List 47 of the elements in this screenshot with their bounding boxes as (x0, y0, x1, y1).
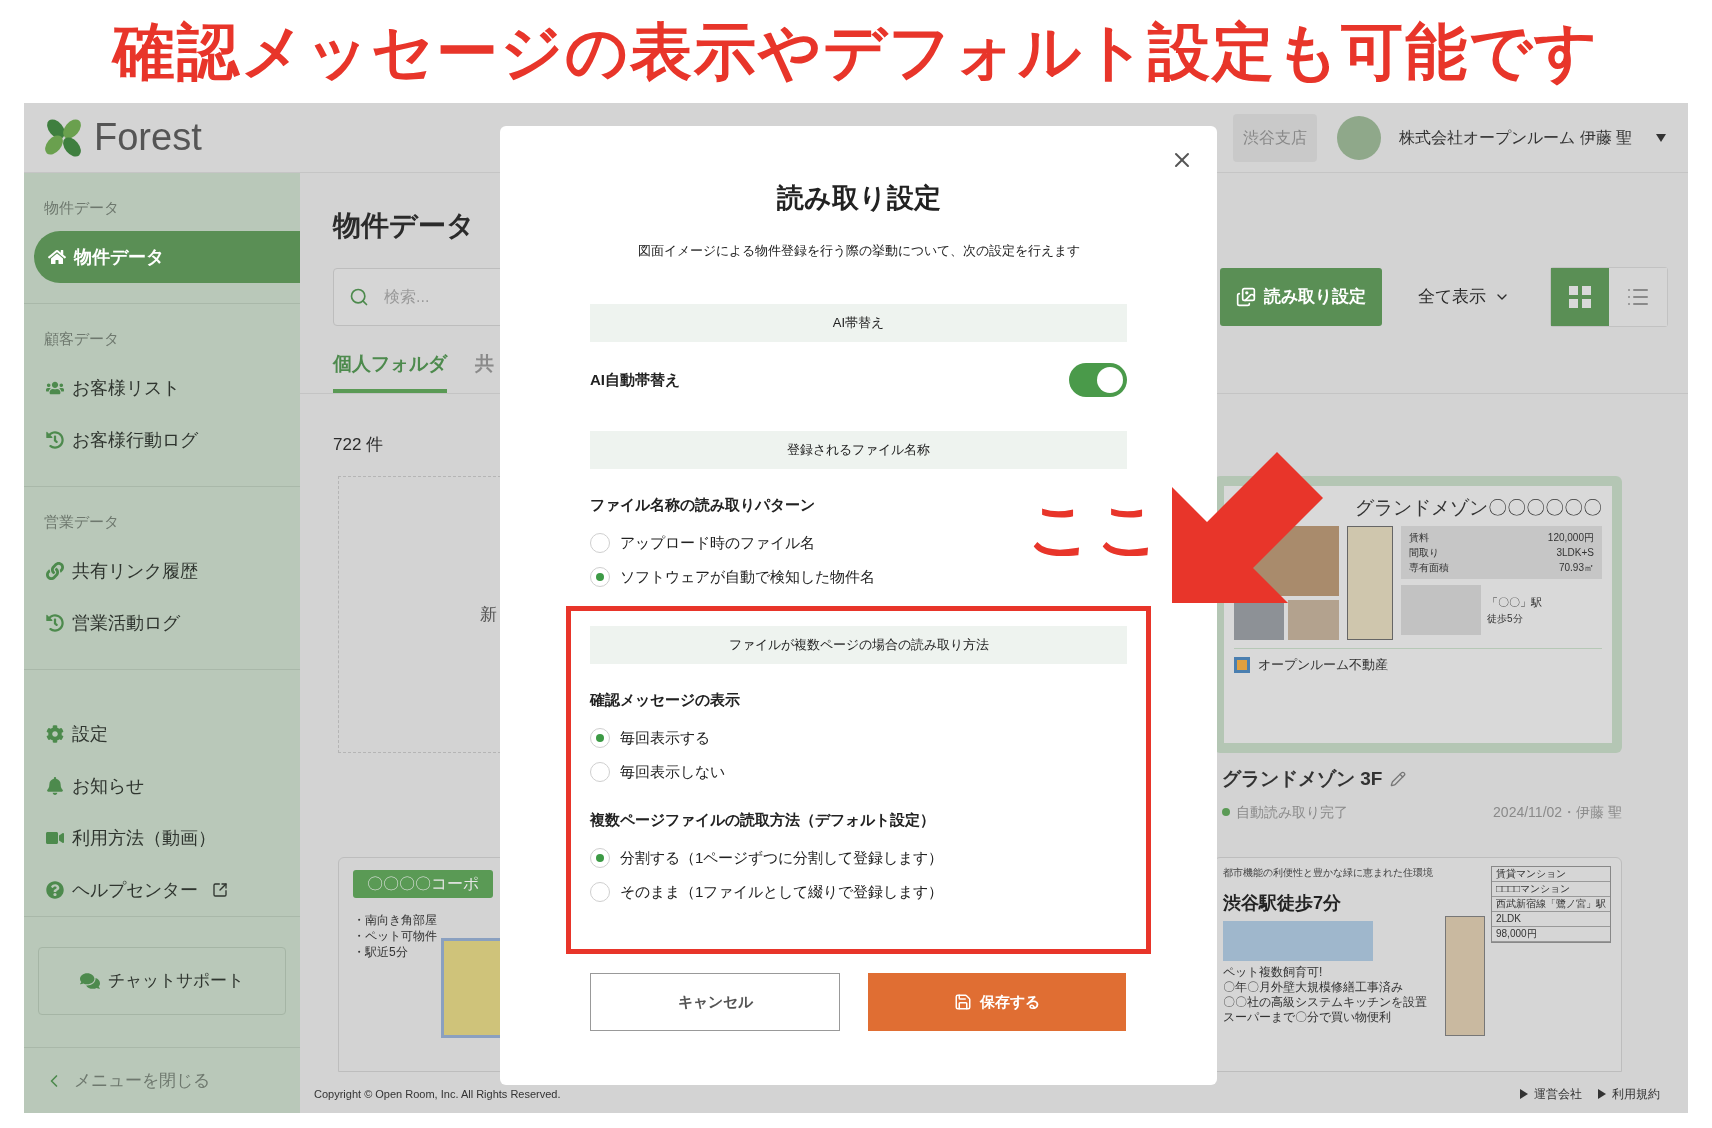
spec-label: 専有面積 (1409, 561, 1449, 575)
section-heading: 物件データ (43, 198, 120, 218)
page-title: 物件データ (333, 209, 476, 243)
dialog-title: 読み取り設定 (775, 182, 942, 215)
section-header: 登録されるファイル名称 (590, 431, 1127, 469)
flyer-point-text: スーパーまで〇分で買い物便利 (1223, 1009, 1391, 1025)
dialog-description: 図面イメージによる物件登録を行う際の挙動について、次の設定を行えます (636, 242, 1081, 260)
flyer-title: グランドメゾン〇〇〇〇〇〇 (1355, 496, 1602, 520)
table-cell: 2LDK (1492, 911, 1610, 927)
bullet-text: ・南向き角部屋 (353, 911, 437, 928)
section-header: AI帯替え (590, 304, 1127, 342)
spec-value: 70.93㎡ (1558, 561, 1594, 575)
table-cell: □□□□マンション (1492, 881, 1610, 897)
flyer-point-text: ペット複数飼育可! (1223, 964, 1323, 980)
option-group-label: ファイル名称の読み取りパターン (590, 495, 816, 515)
annotation-label: ここ (1028, 498, 1166, 560)
status-text: 自動読み取り完了 (1236, 802, 1348, 822)
branch-badge: 渋谷支店 (1233, 113, 1318, 162)
property-title: グランドメゾン 3F (1222, 767, 1383, 791)
table-cell: 西武新宿線「鷺ノ宮」駅 (1492, 896, 1610, 912)
station-text: 「〇〇」駅 (1487, 595, 1542, 611)
flyer-tagline: 都市機能の利便性と豊かな緑に恵まれた住環境 (1223, 865, 1433, 880)
flyer-point-text: 〇年〇月外壁大規模修繕工事済み (1223, 979, 1403, 995)
flyer-headline: 渋谷駅徒歩7分 (1223, 891, 1342, 915)
spec-label: 賃料 (1409, 531, 1429, 545)
bullet-text: ・ペット可物件 (353, 927, 437, 944)
table-cell: 賃貸マンション (1492, 866, 1610, 882)
item-count: 722 件 (333, 434, 384, 456)
app-logo: Forest (94, 115, 202, 160)
section-header: ファイルが複数ページの場合の読み取り方法 (590, 626, 1127, 664)
headline: 確認メッセージの表示やデフォルト設定も可能です (113, 16, 1599, 88)
spec-value: 3LDK+S (1556, 546, 1594, 560)
copyright-text: Copyright © Open Room, Inc. All Rights Reserved. (314, 1086, 561, 1102)
company-name: オープンルーム不動産 (1258, 656, 1388, 674)
toggle-label: AI自動帯替え (590, 369, 680, 390)
section-heading: 営業データ (43, 512, 120, 532)
bullet-text: ・駅近5分 (353, 943, 409, 960)
spec-label: 間取り (1409, 546, 1439, 560)
flyer-point-text: 〇〇社の高級システムキッチンを設置 (1223, 994, 1427, 1010)
option-group-label: 複数ページファイルの読取方法（デフォルト設定） (590, 810, 936, 830)
option-group-label: 確認メッセージの表示 (590, 690, 741, 710)
spec-value: 120,000円 (1547, 531, 1594, 545)
date-author-text: 2024/11/02・伊藤 聖 (1493, 802, 1622, 822)
section-heading: 顧客データ (43, 329, 120, 349)
walk-text: 徒歩5分 (1487, 611, 1524, 626)
banner-text: 〇〇〇〇コーポ (353, 869, 493, 898)
table-cell: 98,000円 (1492, 926, 1610, 942)
